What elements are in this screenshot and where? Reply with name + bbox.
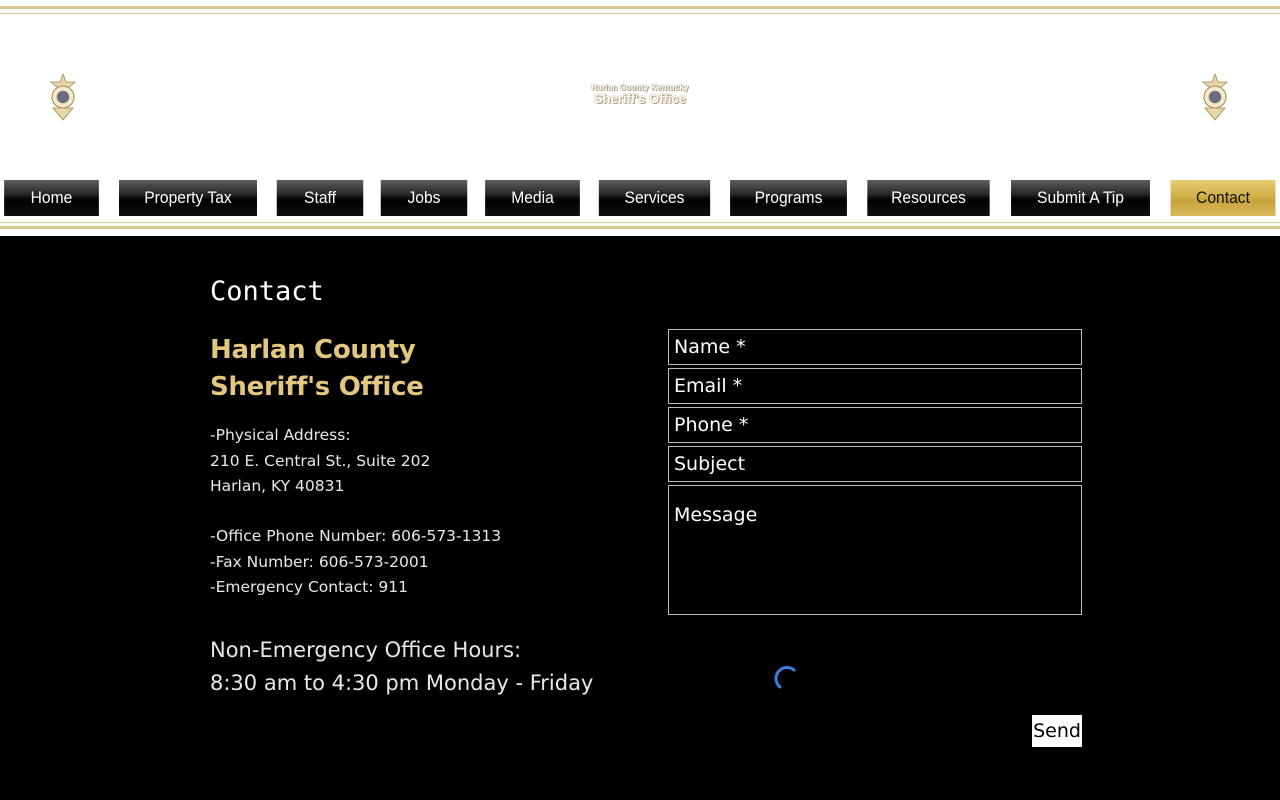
nav-item-label: Resources [891,188,966,207]
nav-item-staff[interactable]: Staff [276,180,364,216]
nav-item-label: Submit A Tip [1037,188,1124,207]
nav-item-label: Programs [754,188,823,207]
sheriff-badge-icon[interactable] [49,72,77,122]
address-line2: Harlan, KY 40831 [210,477,345,495]
nav-item-label: Services [624,188,685,207]
header-gold-line-top [0,6,1280,9]
nav-item-programs[interactable]: Programs [730,180,847,216]
nav-item-label: Media [511,188,554,207]
nav-divider-band [0,216,1280,236]
name-placeholder: Name * [674,336,746,358]
hours-value: 8:30 am to 4:30 pm Monday - Friday [210,671,594,695]
name-field[interactable]: Name * [668,329,1082,365]
sheriff-badge-icon[interactable] [1201,72,1229,122]
address-line1: 210 E. Central St., Suite 202 [210,451,431,470]
nav-item-label: Jobs [407,188,441,207]
nav-item-contact[interactable]: Contact [1170,180,1276,216]
divider-gold-line [0,226,1280,229]
nav-item-label: Contact [1196,188,1250,207]
email-field[interactable]: Email * [668,368,1082,404]
header-title-line2: Sheriff's Office [594,91,686,106]
office-phone: -Office Phone Number: 606-573-1313 [210,527,502,545]
phone-placeholder: Phone * [674,414,749,436]
hours-title: Non-Emergency Office Hours: [210,638,522,662]
nav-item-label: Staff [304,188,336,207]
email-placeholder: Email * [674,375,743,397]
emergency-contact: -Emergency Contact: 911 [210,578,408,596]
nav-item-label: Home [30,188,73,207]
nav-item-property-tax[interactable]: Property Tax [119,180,257,216]
contact-section: Contact Harlan County Sheriff's Office -… [0,236,1280,800]
nav-item-home[interactable]: Home [4,180,99,216]
address-label: -Physical Address: [210,426,351,444]
nav-item-services[interactable]: Services [598,180,711,216]
nav-item-resources[interactable]: Resources [867,180,990,216]
phone-field[interactable]: Phone * [668,407,1082,443]
site-header: Harlan County Kentucky Sheriff's Office [0,0,1280,180]
divider-gold-line-thin [0,222,1280,223]
main-nav: Home Property Tax Staff Jobs Media Servi… [0,180,1280,216]
org-name: Harlan County Sheriff's Office [210,332,424,406]
send-button[interactable]: Send [1032,715,1082,747]
org-name-line1: Harlan County [210,335,416,365]
address-block: -Physical Address: 210 E. Central St., S… [210,423,430,500]
page-title: Contact [210,276,324,307]
loading-spinner-icon [770,662,798,690]
header-gold-line-thin [0,13,1280,14]
nav-item-submit-a-tip[interactable]: Submit A Tip [1011,180,1150,216]
header-site-title: Harlan County Kentucky Sheriff's Office [540,83,740,106]
nav-item-media[interactable]: Media [485,180,580,216]
message-placeholder: Message [674,504,758,526]
message-field[interactable]: Message [668,485,1082,615]
nav-item-jobs[interactable]: Jobs [380,180,468,216]
subject-placeholder: Subject [674,453,746,475]
subject-field[interactable]: Subject [668,446,1082,482]
contact-numbers: -Office Phone Number: 606-573-1313 -Fax … [210,524,501,601]
org-name-line2: Sheriff's Office [210,372,424,402]
office-hours: Non-Emergency Office Hours: 8:30 am to 4… [210,634,593,700]
nav-item-label: Property Tax [144,188,232,207]
fax-number: -Fax Number: 606-573-2001 [210,552,429,571]
